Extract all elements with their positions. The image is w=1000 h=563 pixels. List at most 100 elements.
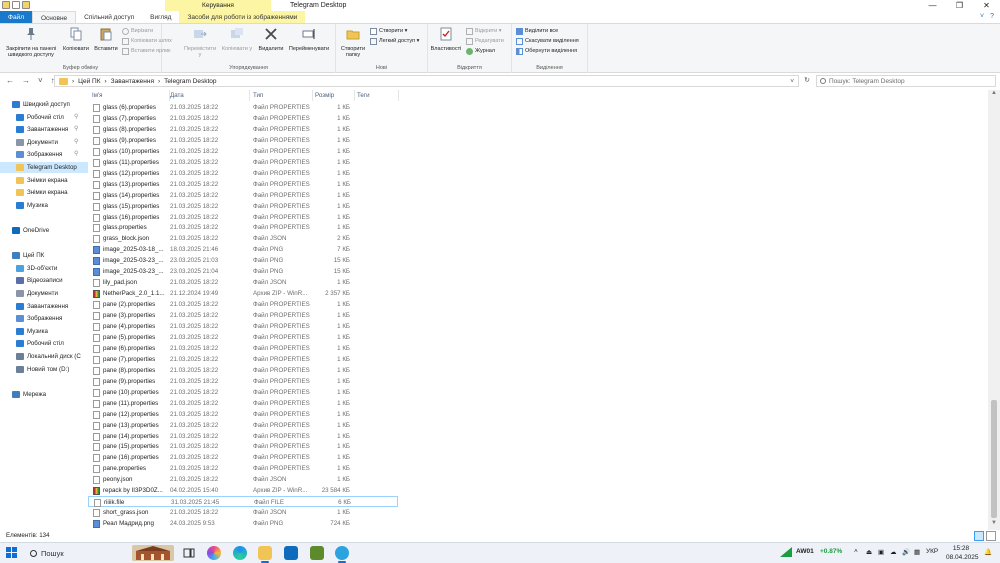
file-row[interactable]: glass (7).properties 21.03.2025 18:22 Файл… <box>88 113 398 124</box>
back-button[interactable]: ← <box>6 76 14 85</box>
file-row[interactable]: glass (13).properties 21.03.2025 18:22 Фай… <box>88 179 398 190</box>
new-folder-button[interactable]: Створити папку <box>338 27 368 59</box>
address-dropdown-button[interactable]: ˅ <box>790 78 794 85</box>
nav-item[interactable]: Робочий стіл <box>0 338 88 349</box>
file-row[interactable]: riiiik.file 31.03.2025 21:45 Файл FILE 6 КБ <box>88 496 398 508</box>
delete-button[interactable]: Видалити <box>256 27 286 52</box>
nav-item[interactable]: Швидкий доступ <box>0 99 88 110</box>
file-row[interactable]: image_2025-03-18_... 18.03.2025 21:46 Файл… <box>88 244 398 255</box>
file-row[interactable]: pane (5).properties 21.03.2025 18:22 Файл … <box>88 332 398 343</box>
show-hidden-icons-button[interactable]: ˄ <box>854 548 858 555</box>
collapse-ribbon-button[interactable]: ˅ <box>980 13 984 20</box>
nav-item[interactable]: Зображення <box>0 313 88 324</box>
file-row[interactable]: repack by II3P3D0Z... 04.02.2025 15:40 Арх… <box>88 485 398 496</box>
open-button[interactable]: Відкрити ▾ <box>466 27 502 36</box>
properties-icon[interactable] <box>12 1 20 9</box>
language-indicator[interactable]: УКР <box>926 548 938 555</box>
nav-item[interactable]: Знімки екрана <box>0 187 88 198</box>
refresh-button[interactable]: ↻ <box>801 75 813 87</box>
nav-item[interactable]: Мережа <box>0 389 88 400</box>
forward-button[interactable]: → <box>22 76 30 85</box>
file-row[interactable]: peony.json 21.03.2025 18:22 Файл JSON 1 КБ <box>88 474 398 485</box>
file-row[interactable]: pane (14).properties 21.03.2025 18:22 Файл… <box>88 431 398 442</box>
file-row[interactable]: pane (12).properties 21.03.2025 18:22 Файл… <box>88 409 398 420</box>
column-header-date[interactable]: Дата <box>170 90 250 101</box>
file-row[interactable]: pane (9).properties 21.03.2025 18:22 Файл … <box>88 376 398 387</box>
ribbon-tab[interactable]: Вигляд <box>142 11 179 23</box>
search-input[interactable]: Пошук: Telegram Desktop <box>816 75 996 87</box>
select-all-button[interactable]: Виділити все <box>516 27 558 36</box>
file-row[interactable]: pane.properties 21.03.2025 18:22 Файл PROP… <box>88 463 398 474</box>
invert-selection-button[interactable]: Обернути виділення <box>516 47 577 56</box>
outlook-icon[interactable] <box>284 546 298 560</box>
file-row[interactable]: pane (3).properties 21.03.2025 18:22 Файл … <box>88 310 398 321</box>
nav-item[interactable]: 3D-об'єкти <box>0 263 88 274</box>
scroll-down-icon[interactable]: ▼ <box>988 520 1000 530</box>
file-row[interactable]: pane (8).properties 21.03.2025 18:22 Файл … <box>88 365 398 376</box>
ribbon-tab[interactable]: Файл <box>0 11 32 23</box>
details-view-button[interactable] <box>974 531 984 541</box>
nav-item[interactable]: Відеозаписи <box>0 275 88 286</box>
maximize-button[interactable]: ❐ <box>946 0 973 11</box>
nav-item[interactable]: Завантаження <box>0 301 88 312</box>
file-row[interactable]: lily_pad.json 21.03.2025 18:22 Файл JSON 1 … <box>88 277 398 288</box>
usb-icon[interactable]: ⏏ <box>866 548 872 556</box>
column-header-tags[interactable]: Теги <box>357 90 399 101</box>
notification-bell-icon[interactable]: 🔔 <box>984 548 992 556</box>
ribbon-tab[interactable]: Спільний доступ <box>76 11 142 23</box>
minecraft-icon[interactable] <box>310 546 324 560</box>
nav-item[interactable]: OneDrive <box>0 225 88 236</box>
minimize-button[interactable]: — <box>919 0 946 11</box>
network-icon[interactable]: ▦ <box>914 548 920 556</box>
clock-date[interactable]: 08.04.2025 <box>946 554 979 561</box>
task-view-icon[interactable] <box>182 546 196 560</box>
ribbon-tab[interactable]: Основне <box>31 11 77 23</box>
windows-start-icon[interactable] <box>6 547 18 559</box>
scrollbar-thumb[interactable] <box>991 400 997 518</box>
recent-locations-button[interactable]: ˅ <box>38 76 43 85</box>
new-folder-icon[interactable] <box>22 1 30 9</box>
column-header-size[interactable]: Розмір <box>315 90 355 101</box>
file-row[interactable]: glass.properties 21.03.2025 18:22 Файл PRO… <box>88 222 398 233</box>
nav-item[interactable]: Музика <box>0 200 88 211</box>
gpu-icon[interactable]: ▣ <box>878 548 884 556</box>
file-row[interactable]: pane (10).properties 21.03.2025 18:22 Файл… <box>88 387 398 398</box>
vertical-scrollbar[interactable]: ▲ ▼ <box>988 90 1000 530</box>
rename-button[interactable]: Перейменувати <box>286 27 332 52</box>
file-row[interactable]: glass (14).properties 21.03.2025 18:22 Фай… <box>88 190 398 201</box>
column-header-type[interactable]: Тип <box>253 90 313 101</box>
file-row[interactable]: image_2025-03-23_... 23.03.2025 21:03 Файл… <box>88 255 398 266</box>
nav-item[interactable]: Документи <box>0 288 88 299</box>
cut-button[interactable]: Вирізати <box>122 27 153 36</box>
copilot-icon[interactable] <box>207 546 221 560</box>
nav-item[interactable]: Завантаження ⚲ <box>0 124 88 135</box>
copy-button[interactable]: Копіювати <box>62 27 90 52</box>
file-row[interactable]: glass (16).properties 21.03.2025 18:22 Фай… <box>88 212 398 223</box>
edge-browser-icon[interactable] <box>233 546 247 560</box>
file-row[interactable]: pane (4).properties 21.03.2025 18:22 Файл … <box>88 321 398 332</box>
file-row[interactable]: pane (7).properties 21.03.2025 18:22 Файл … <box>88 354 398 365</box>
breadcrumb-downloads[interactable]: Завантаження <box>111 78 154 85</box>
new-item-button[interactable]: Створити ▾ <box>370 27 407 36</box>
file-row[interactable]: pane (6).properties 21.03.2025 18:22 Файл … <box>88 343 398 354</box>
history-button[interactable]: Журнал <box>466 47 495 56</box>
properties-button[interactable]: Властивості <box>430 27 462 52</box>
nav-item[interactable]: Локальний диск (C <box>0 351 88 362</box>
help-button[interactable]: ? <box>990 13 994 20</box>
file-row[interactable]: pane (15).properties 21.03.2025 18:22 Файл… <box>88 441 398 452</box>
speaker-icon[interactable]: 🔊 <box>902 548 910 556</box>
nav-item[interactable]: Документи ⚲ <box>0 137 88 148</box>
file-row[interactable]: glass (11).properties 21.03.2025 18:22 Фай… <box>88 157 398 168</box>
nav-item[interactable]: Цей ПК <box>0 250 88 261</box>
file-row[interactable]: image_2025-03-23_... 23.03.2025 21:04 Файл… <box>88 266 398 277</box>
move-to-button[interactable]: Перемістити у <box>182 27 218 59</box>
telegram-icon[interactable] <box>335 546 349 563</box>
file-row[interactable]: pane (16).properties 21.03.2025 18:22 Файл… <box>88 452 398 463</box>
file-row[interactable]: pane (11).properties 21.03.2025 18:22 Файл… <box>88 398 398 409</box>
folder-icon[interactable] <box>2 1 10 9</box>
copy-to-button[interactable]: Копіювати у <box>219 27 255 52</box>
pin-quick-access-button[interactable]: Закріпити на панелі швидкого доступу <box>2 27 60 59</box>
stock-ticker[interactable]: AW01 <box>796 548 814 555</box>
nav-item[interactable]: Музика <box>0 326 88 337</box>
ribbon-tab[interactable]: Засоби для роботи із зображеннями <box>179 11 306 23</box>
